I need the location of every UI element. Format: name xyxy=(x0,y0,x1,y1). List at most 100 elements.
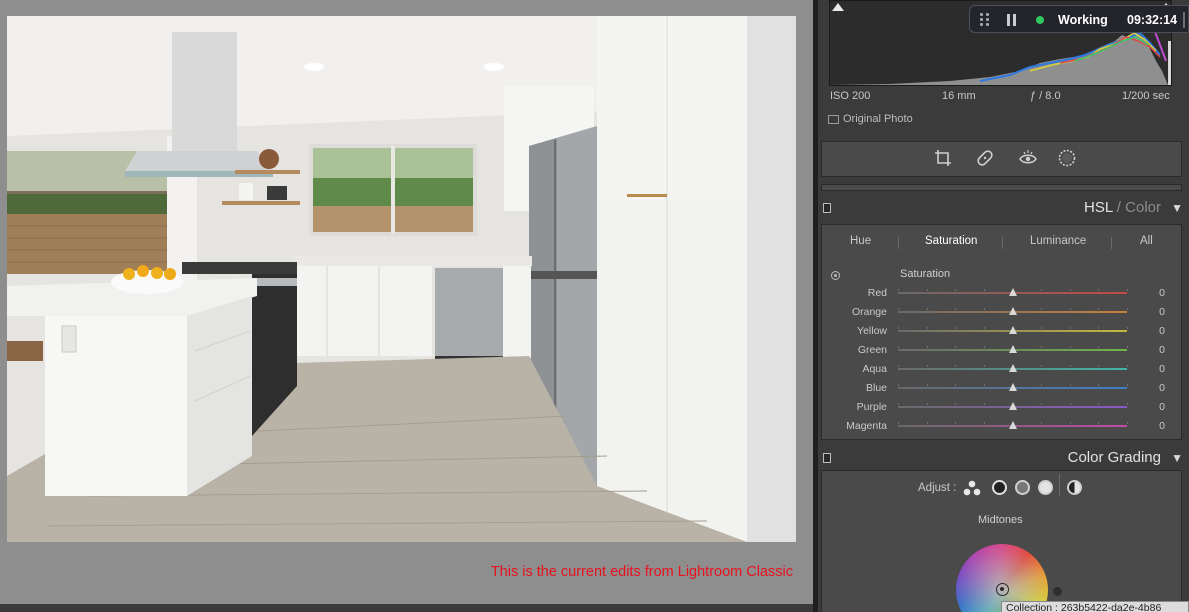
collection-tooltip: Collection : 263b5422-da2e-4b86 xyxy=(1001,601,1189,612)
hsl-row-red: Red 0 xyxy=(822,284,1181,303)
slider-tick xyxy=(898,384,899,386)
highlights-view-icon[interactable] xyxy=(1038,480,1053,495)
hsl-panel-header[interactable]: HSL / Color ▼ xyxy=(818,195,1189,221)
hsl-title: HSL xyxy=(1084,199,1113,216)
collapse-triangle-icon[interactable]: ▼ xyxy=(1171,451,1183,465)
develop-panel: ISO 200 16 mm ƒ / 8.0 1/200 sec Original… xyxy=(818,0,1189,612)
hsl-row-value[interactable]: 0 xyxy=(1159,420,1165,432)
original-photo-label: Original Photo xyxy=(843,113,913,125)
midtones-view-icon[interactable] xyxy=(1015,480,1030,495)
recorder-widget[interactable]: Working 09:32:14 xyxy=(969,5,1189,33)
hsl-row-value[interactable]: 0 xyxy=(1159,287,1165,299)
hsl-slider-track[interactable] xyxy=(898,326,1128,334)
hsl-title-separator: / xyxy=(1112,199,1126,216)
drag-handle-icon[interactable] xyxy=(980,13,990,27)
hsl-row-label: Yellow xyxy=(857,325,887,337)
original-photo-checkbox[interactable] xyxy=(828,114,839,124)
hsl-slider-track[interactable] xyxy=(898,345,1128,353)
slider-tick xyxy=(898,289,899,291)
hsl-slider-thumb[interactable] xyxy=(1009,364,1017,372)
exif-aperture: ƒ / 8.0 xyxy=(1030,90,1061,102)
exif-focal-length: 16 mm xyxy=(942,90,976,102)
slider-tick xyxy=(1041,365,1042,367)
tab-saturation[interactable]: Saturation xyxy=(925,235,977,247)
hsl-row-aqua: Aqua 0 xyxy=(822,360,1181,379)
pause-icon[interactable] xyxy=(1007,14,1017,26)
slider-tick xyxy=(927,403,928,405)
tab-separator xyxy=(1002,237,1003,249)
slider-tick xyxy=(955,422,956,424)
hsl-row-value[interactable]: 0 xyxy=(1159,344,1165,356)
slider-tick xyxy=(955,308,956,310)
hsl-slider-track[interactable] xyxy=(898,288,1128,296)
hsl-row-magenta: Magenta 0 xyxy=(822,417,1181,436)
original-photo-toggle[interactable]: Original Photo xyxy=(828,113,913,125)
status-dot-icon xyxy=(1036,16,1044,24)
slider-tick xyxy=(898,346,899,348)
global-view-icon[interactable] xyxy=(1067,480,1082,495)
hsl-row-value[interactable]: 0 xyxy=(1159,306,1165,318)
hsl-row-value[interactable]: 0 xyxy=(1159,382,1165,394)
slider-tick xyxy=(955,384,956,386)
slider-tick xyxy=(1098,365,1099,367)
hsl-row-value[interactable]: 0 xyxy=(1159,363,1165,375)
panel-toggle-switch[interactable] xyxy=(823,203,831,213)
slider-tick xyxy=(1127,422,1128,424)
hsl-slider-thumb[interactable] xyxy=(1009,326,1017,334)
slider-tick xyxy=(898,365,899,367)
collapse-triangle-icon[interactable]: ▼ xyxy=(1171,201,1183,215)
hsl-row-value[interactable]: 0 xyxy=(1159,401,1165,413)
three-way-view-icon[interactable] xyxy=(963,480,981,496)
hsl-slider-track[interactable] xyxy=(898,402,1128,410)
slider-tick xyxy=(898,327,899,329)
hsl-row-value[interactable]: 0 xyxy=(1159,325,1165,337)
hsl-slider-thumb[interactable] xyxy=(1009,307,1017,315)
slider-tick xyxy=(955,289,956,291)
hsl-slider-track[interactable] xyxy=(898,383,1128,391)
hsl-row-label: Green xyxy=(857,344,887,356)
kitchen-photo[interactable] xyxy=(7,16,796,542)
tab-all[interactable]: All xyxy=(1140,235,1153,247)
tab-hue[interactable]: Hue xyxy=(850,235,871,247)
slider-tick xyxy=(1098,327,1099,329)
color-wheel-handle[interactable] xyxy=(996,583,1009,596)
tool-strip xyxy=(821,141,1182,177)
slider-tick xyxy=(927,289,928,291)
panel-toggle-switch[interactable] xyxy=(823,453,831,463)
slider-tick xyxy=(1070,403,1071,405)
color-grading-header[interactable]: Color Grading ▼ xyxy=(818,445,1189,471)
hsl-slider-track[interactable] xyxy=(898,421,1128,429)
hsl-slider-track[interactable] xyxy=(898,307,1128,315)
hsl-tabs: Hue Saturation Luminance All xyxy=(822,233,1181,253)
healing-icon[interactable] xyxy=(975,149,995,169)
slider-tick xyxy=(1070,365,1071,367)
redeye-icon[interactable] xyxy=(1018,149,1038,169)
slider-tick xyxy=(1127,403,1128,405)
shadows-view-icon[interactable] xyxy=(992,480,1007,495)
exif-info: ISO 200 16 mm ƒ / 8.0 1/200 sec xyxy=(830,90,1175,104)
luminance-knob[interactable] xyxy=(1053,587,1062,596)
slider-tick xyxy=(984,403,985,405)
masking-icon[interactable] xyxy=(1057,149,1077,169)
tab-separator xyxy=(898,237,899,249)
hsl-title-color[interactable]: Color xyxy=(1125,199,1161,216)
hsl-slider-thumb[interactable] xyxy=(1009,345,1017,353)
slider-tick xyxy=(984,327,985,329)
hsl-slider-track[interactable] xyxy=(898,364,1128,372)
view-separator xyxy=(1059,474,1060,496)
slider-tick xyxy=(927,346,928,348)
hsl-slider-thumb[interactable] xyxy=(1009,383,1017,391)
slider-tick xyxy=(984,346,985,348)
hsl-row-blue: Blue 0 xyxy=(822,379,1181,398)
slider-tick xyxy=(1041,384,1042,386)
slider-tick xyxy=(1127,289,1128,291)
tab-luminance[interactable]: Luminance xyxy=(1030,235,1086,247)
crop-icon[interactable] xyxy=(933,149,953,169)
targeted-adjustment-icon[interactable] xyxy=(831,271,840,280)
hsl-subheading: Saturation xyxy=(900,268,951,280)
tab-separator xyxy=(1111,237,1112,249)
hsl-slider-thumb[interactable] xyxy=(1009,402,1017,410)
hsl-slider-thumb[interactable] xyxy=(1009,421,1017,429)
color-grading-panel: Adjust : Midtones xyxy=(821,470,1182,612)
hsl-slider-thumb[interactable] xyxy=(1009,288,1017,296)
